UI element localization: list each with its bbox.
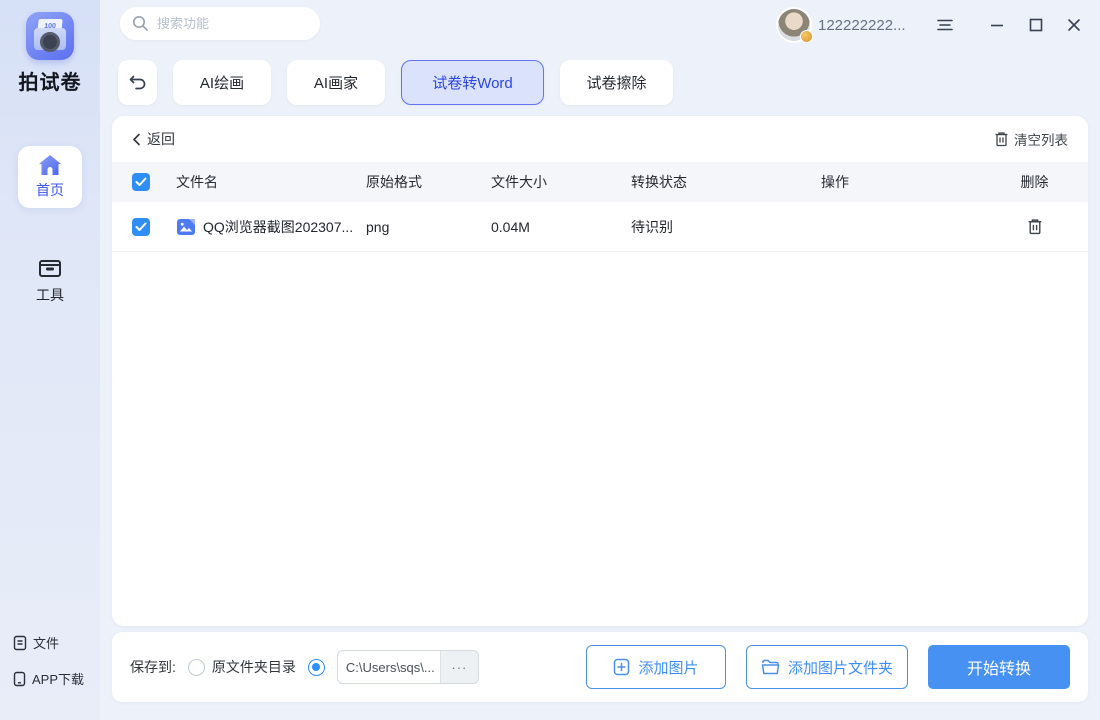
start-convert-button[interactable]: 开始转换 <box>928 645 1070 689</box>
search-input[interactable] <box>157 16 297 31</box>
start-convert-label: 开始转换 <box>967 655 1031 679</box>
row-checkbox[interactable] <box>132 218 150 236</box>
undo-icon <box>129 74 147 90</box>
user-area[interactable]: 122222222... <box>778 0 906 50</box>
avatar[interactable] <box>778 9 810 41</box>
file-size: 0.04M <box>491 219 631 235</box>
col-delete: 删除 <box>1001 172 1068 192</box>
trash-icon <box>994 131 1009 147</box>
col-operation: 操作 <box>821 172 1001 192</box>
radio-original-folder-label: 原文件夹目录 <box>212 657 296 677</box>
maximize-button[interactable] <box>1023 12 1049 38</box>
app-logo-icon: 100 <box>26 12 74 60</box>
row-delete-button[interactable] <box>1027 218 1043 235</box>
add-image-folder-label: 添加图片文件夹 <box>788 657 893 678</box>
image-file-icon <box>176 218 196 236</box>
menu-button[interactable] <box>932 12 958 38</box>
trash-icon <box>1027 218 1043 235</box>
radio-original-folder[interactable] <box>188 659 205 676</box>
check-icon <box>135 222 147 232</box>
sidebar-item-tools-label: 工具 <box>36 285 64 305</box>
file-list-panel: 返回 清空列表 文件名 原始格式 文件大小 转换状态 操作 删除 <box>112 116 1088 626</box>
file-name: QQ浏览器截图202307... <box>203 217 353 237</box>
minimize-button[interactable] <box>984 12 1010 38</box>
phone-icon <box>12 671 27 687</box>
file-name-cell: QQ浏览器截图202307... <box>176 217 366 237</box>
app-title: 拍试卷 <box>0 66 100 95</box>
sidebar-item-app-download-label: APP下载 <box>32 669 84 688</box>
close-button[interactable] <box>1061 12 1087 38</box>
save-path-input[interactable]: C:\Users\sqs\... <box>338 651 440 683</box>
sidebar-item-files[interactable]: 文件 <box>12 633 59 652</box>
footer-bar: 保存到: 原文件夹目录 C:\Users\sqs\... ··· 添加图片 添加… <box>112 632 1088 702</box>
logo-camera-lens-icon <box>40 32 60 52</box>
col-status: 转换状态 <box>631 172 821 192</box>
table-row: QQ浏览器截图202307... png 0.04M 待识别 <box>112 202 1088 252</box>
back-button[interactable]: 返回 <box>132 129 175 149</box>
sidebar-item-files-label: 文件 <box>33 633 59 652</box>
search-box[interactable] <box>120 7 320 40</box>
save-to-label: 保存到: <box>130 657 176 677</box>
close-icon <box>1066 17 1082 33</box>
table-header: 文件名 原始格式 文件大小 转换状态 操作 删除 <box>112 162 1088 202</box>
save-path-group: C:\Users\sqs\... ··· <box>337 650 479 684</box>
clear-list-label: 清空列表 <box>1014 129 1068 149</box>
sidebar-item-app-download[interactable]: APP下载 <box>12 669 84 688</box>
tab-ai-painter[interactable]: AI画家 <box>287 60 385 105</box>
file-icon <box>12 635 28 651</box>
file-plus-icon <box>613 658 630 676</box>
radio-custom-folder[interactable] <box>308 659 325 676</box>
select-all-checkbox[interactable] <box>132 173 150 191</box>
toolbox-icon <box>37 256 63 280</box>
tab-ai-painting[interactable]: AI绘画 <box>173 60 271 105</box>
tab-bar: AI绘画 AI画家 试卷转Word 试卷擦除 <box>118 59 689 105</box>
undo-button[interactable] <box>118 60 157 105</box>
home-icon <box>38 154 62 176</box>
tab-paper-to-word[interactable]: 试卷转Word <box>401 60 544 105</box>
col-size: 文件大小 <box>491 172 631 192</box>
minimize-icon <box>989 17 1005 33</box>
sidebar: 100 拍试卷 首页 工具 文件 APP下载 <box>0 0 100 720</box>
add-image-button[interactable]: 添加图片 <box>586 645 726 689</box>
col-format: 原始格式 <box>366 172 491 192</box>
sidebar-item-home[interactable]: 首页 <box>18 146 82 208</box>
sidebar-item-home-label: 首页 <box>36 180 64 200</box>
file-format: png <box>366 219 491 235</box>
col-filename: 文件名 <box>176 172 366 192</box>
sidebar-item-tools[interactable]: 工具 <box>18 252 82 308</box>
folder-icon <box>761 659 780 675</box>
browse-folder-button[interactable]: ··· <box>440 651 478 683</box>
chevron-left-icon <box>132 133 141 146</box>
hamburger-icon <box>936 18 954 32</box>
username: 122222222... <box>818 17 906 34</box>
file-status: 待识别 <box>631 217 821 237</box>
add-image-label: 添加图片 <box>638 657 698 678</box>
check-icon <box>135 177 147 187</box>
clear-list-button[interactable]: 清空列表 <box>994 129 1068 149</box>
list-toolbar: 返回 清空列表 <box>112 116 1088 162</box>
back-label: 返回 <box>147 129 175 149</box>
vip-badge-icon <box>800 30 813 43</box>
add-image-folder-button[interactable]: 添加图片文件夹 <box>746 645 908 689</box>
maximize-icon <box>1028 17 1044 33</box>
tab-paper-erase[interactable]: 试卷擦除 <box>560 60 673 105</box>
search-icon <box>132 15 149 32</box>
